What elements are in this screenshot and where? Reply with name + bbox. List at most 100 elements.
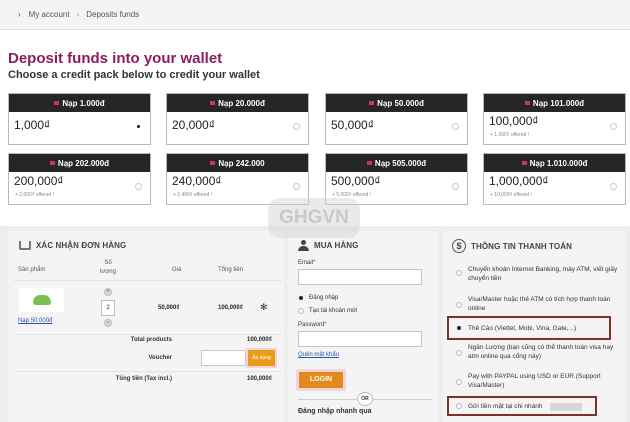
login-option-label: Đăng nhập	[309, 295, 339, 301]
remove-item-icon[interactable]: ✻	[260, 302, 268, 313]
new-account-radio[interactable]	[298, 308, 304, 314]
pack-amount: 240,000₫	[172, 174, 222, 188]
payment-option-visa-atm: Visa/Master hoặc thẻ ATM có tích hợp tha…	[468, 296, 611, 312]
pack-radio[interactable]	[293, 123, 300, 130]
pack-label: Nạp 50.000đ	[377, 98, 424, 108]
col-price: Giá	[172, 267, 182, 273]
pack-label: Nạp 20.000đ	[218, 98, 265, 108]
pack-label: Nạp 1.000đ	[62, 98, 105, 108]
pack-tag-icon	[210, 161, 216, 165]
password-label: Password*	[298, 322, 327, 328]
col-qty: Số lượng	[100, 260, 116, 275]
item-price: 50,000₫	[158, 305, 180, 311]
credit-pack[interactable]: Nạp 50.000đ 50,000₫	[325, 93, 468, 145]
email-field[interactable]	[298, 269, 422, 285]
quantity-input[interactable]: 2	[101, 300, 115, 316]
col-total: Tổng tiền	[218, 267, 244, 273]
item-total: 100,000₫	[218, 305, 243, 311]
payment-option-paypal: Pay with PAYPAL using USD or EUR (Suppor…	[468, 373, 601, 389]
login-button[interactable]: LOGIN	[296, 369, 346, 391]
breadcrumb: › My account › Deposits funds	[18, 10, 139, 19]
payment-option-nganluong: Ngân Lượng (bạn cũng có thể thanh toán v…	[468, 344, 614, 360]
payment-radio-nganluong[interactable]	[456, 350, 462, 356]
col-product: Sản phẩm	[18, 267, 46, 273]
grand-total-label: Tổng tiền (Tax incl.)	[115, 376, 172, 382]
account-heading: MUA HÀNG	[298, 240, 359, 251]
breadcrumb-my-account[interactable]: My account	[29, 10, 70, 19]
pack-tag-icon	[366, 161, 372, 165]
breadcrumb-separator-icon: ›	[76, 10, 80, 19]
page-subtitle: Choose a credit pack below to credit you…	[8, 69, 260, 81]
pack-amount: 200,000₫	[14, 174, 64, 188]
payment-radio-paypal[interactable]	[456, 379, 462, 385]
pack-tag-icon	[369, 101, 375, 105]
credit-pack[interactable]: Nạp 101.000đ 100,000₫ + 1,000₫ offered !	[483, 93, 626, 145]
voucher-label: Voucher	[148, 355, 172, 361]
password-field[interactable]	[298, 331, 422, 347]
pack-offer: + 10,000₫ offered !	[490, 192, 532, 198]
pack-label: Nạp 1.010.000đ	[529, 158, 588, 168]
pack-tag-icon	[49, 161, 55, 165]
cart-icon	[19, 241, 31, 250]
user-icon	[298, 240, 309, 251]
pack-tag-icon	[54, 101, 60, 105]
pack-offer: + 2,400₫ offered !	[173, 192, 213, 198]
pack-amount: 100,000₫	[489, 114, 539, 128]
breadcrumb-bar: › My account › Deposits funds	[0, 0, 630, 30]
pack-radio[interactable]	[293, 183, 300, 190]
watermark-logo: GHGVN	[268, 198, 360, 238]
dollar-icon: $	[452, 239, 466, 253]
product-link[interactable]: Nạp 50.000đ	[18, 318, 52, 324]
payment-heading: $ THÔNG TIN THANH TOÁN	[452, 239, 572, 253]
pack-amount: 1,000,000₫	[489, 174, 549, 188]
forgot-password-link[interactable]: Quên mật khẩu	[298, 352, 339, 358]
new-account-label: Tạo tài khoản mới	[309, 308, 358, 314]
pack-tag-icon	[210, 101, 216, 105]
pack-label: Nạp 505.000đ	[374, 158, 427, 168]
divider	[14, 334, 282, 335]
total-products-label: Total products	[130, 337, 172, 343]
pack-tag-icon	[524, 101, 530, 105]
total-products-value: 100,000₫	[247, 337, 272, 343]
pack-amount: 50,000₫	[331, 118, 374, 132]
pack-label: Nạp 242.000	[218, 158, 265, 168]
breadcrumb-separator-icon: ›	[18, 10, 21, 19]
pack-tag-icon	[521, 161, 527, 165]
credit-pack[interactable]: Nạp 1.010.000đ 1,000,000₫ + 10,000₫ offe…	[483, 153, 626, 205]
pack-label: Nạp 101.000đ	[532, 98, 585, 108]
payment-radio-visa-atm[interactable]	[456, 302, 462, 308]
qty-increase-button[interactable]: +	[104, 288, 112, 296]
email-label: Email*	[298, 260, 316, 266]
credit-pack[interactable]: Nạp 1.000đ 1,000₫	[8, 93, 151, 145]
payment-radio-banking[interactable]	[456, 270, 462, 276]
pack-offer: + 1,000₫ offered !	[490, 132, 530, 138]
login-option-radio[interactable]	[298, 295, 304, 301]
pack-amount: 20,000₫	[172, 118, 215, 132]
pack-amount: 500,000₫	[331, 174, 381, 188]
grand-total-value: 100,000₫	[247, 376, 272, 382]
pack-radio[interactable]	[135, 123, 142, 130]
or-separator: OR	[357, 392, 373, 406]
payment-radio-cash[interactable]	[456, 403, 462, 409]
apply-voucher-button[interactable]: Áp dụng	[246, 348, 277, 368]
quick-login-label: Đăng nhập nhanh qua	[298, 408, 372, 415]
divider	[14, 280, 282, 281]
pack-radio[interactable]	[452, 123, 459, 130]
qty-decrease-button[interactable]: −	[104, 319, 112, 327]
payment-radio-scratch-card[interactable]	[456, 325, 462, 331]
page-title: Deposit funds into your wallet	[8, 50, 223, 67]
pack-label: Nạp 202.000đ	[57, 158, 110, 168]
divider	[14, 371, 282, 372]
pack-radio[interactable]	[610, 123, 617, 130]
blurred-text	[550, 403, 582, 411]
pack-radio[interactable]	[452, 183, 459, 190]
pack-radio[interactable]	[135, 183, 142, 190]
order-panel	[8, 231, 284, 422]
payment-option-cash: Gửi tiền mặt tại chi nhánh	[468, 403, 543, 410]
product-image	[19, 288, 64, 312]
order-heading: XÁC NHẬN ĐƠN HÀNG	[19, 241, 126, 250]
credit-pack[interactable]: Nạp 20.000đ 20,000₫	[166, 93, 309, 145]
credit-pack[interactable]: Nạp 202.000đ 200,000₫ + 2,000₫ offered !	[8, 153, 151, 205]
voucher-input[interactable]	[201, 350, 246, 366]
pack-radio[interactable]	[610, 183, 617, 190]
